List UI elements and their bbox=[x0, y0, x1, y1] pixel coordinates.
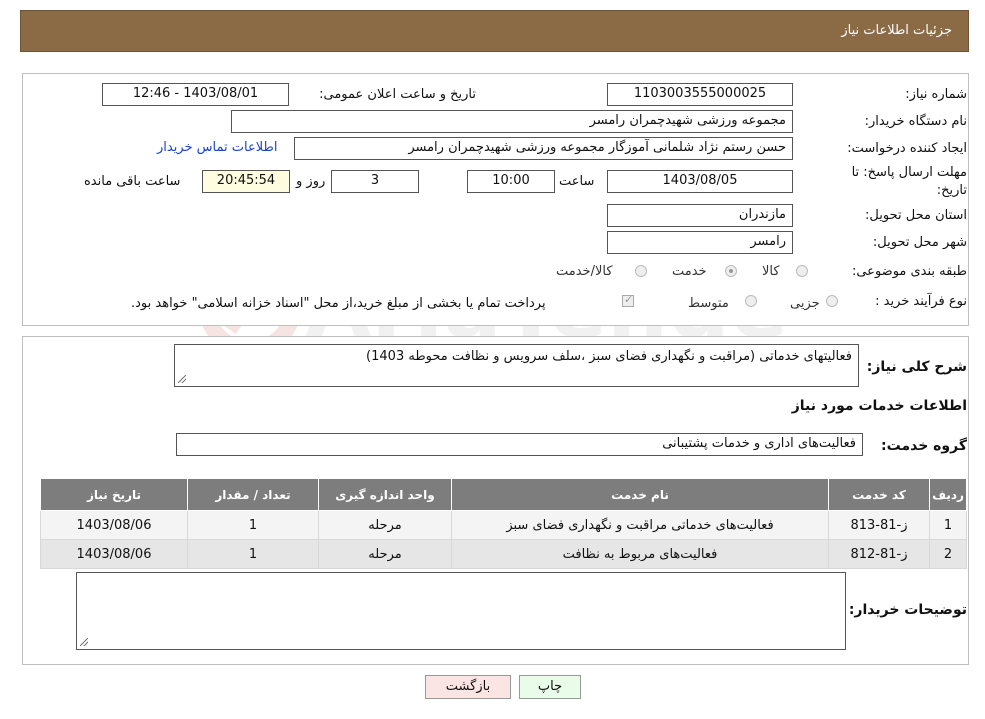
summary-label: شرح کلی نیاز: bbox=[866, 359, 967, 375]
services-section-title: اطلاعات خدمات مورد نیاز bbox=[791, 398, 967, 414]
creator-label: ایجاد کننده درخواست: bbox=[847, 141, 967, 156]
category-service-radio[interactable] bbox=[725, 265, 737, 277]
service-group-label: گروه خدمت: bbox=[881, 438, 967, 454]
cell-unit: مرحله bbox=[318, 539, 452, 569]
deadline-time-field[interactable]: 10:00 bbox=[467, 170, 555, 193]
col-service-code: کد خدمت bbox=[828, 478, 930, 511]
days-remaining-field[interactable]: 3 bbox=[331, 170, 419, 193]
category-goods-radio[interactable] bbox=[796, 265, 808, 277]
col-need-date: تاریخ نیاز bbox=[40, 478, 188, 511]
treasury-payment-note: پرداخت تمام یا بخشی از مبلغ خرید،از محل … bbox=[131, 296, 546, 311]
page-title: جزئیات اطلاعات نیاز bbox=[841, 23, 952, 38]
process-medium-label: متوسط bbox=[688, 296, 729, 311]
buyer-org-field[interactable]: مجموعه ورزشی شهیدچمران رامسر bbox=[231, 110, 793, 133]
resize-grip-icon[interactable] bbox=[79, 637, 89, 647]
buyer-notes-textarea[interactable] bbox=[76, 572, 846, 650]
cell-row-number: 2 bbox=[929, 539, 967, 569]
cell-service-name: فعالیت‌های مربوط به نظافت bbox=[451, 539, 829, 569]
summary-text: فعالیتهای خدماتی (مراقبت و نگهداری فضای … bbox=[366, 349, 852, 364]
cell-service-code: ز-81-812 bbox=[828, 539, 930, 569]
process-medium-radio[interactable] bbox=[745, 295, 757, 307]
need-number-label: شماره نیاز: bbox=[905, 87, 967, 102]
buyer-contact-link[interactable]: اطلاعات تماس خریدار bbox=[157, 140, 277, 155]
city-field[interactable]: رامسر bbox=[607, 231, 793, 254]
service-group-field[interactable]: فعالیت‌های اداری و خدمات پشتیبانی bbox=[176, 433, 863, 456]
col-unit: واحد اندازه گیری bbox=[318, 478, 452, 511]
resize-grip-icon[interactable] bbox=[177, 374, 187, 384]
process-type-label: نوع فرآیند خرید : bbox=[875, 294, 967, 309]
province-label: استان محل تحویل: bbox=[865, 208, 967, 223]
days-label: روز و bbox=[296, 174, 326, 189]
treasury-payment-checkbox[interactable] bbox=[622, 293, 634, 307]
cell-need-date: 1403/08/06 bbox=[40, 539, 188, 569]
deadline-time-label: ساعت bbox=[559, 174, 595, 189]
time-remaining-label: ساعت باقی مانده bbox=[84, 174, 181, 189]
announce-label: تاریخ و ساعت اعلان عمومی: bbox=[319, 87, 476, 102]
announce-datetime-field[interactable]: 1403/08/01 - 12:46 bbox=[102, 83, 289, 106]
province-field[interactable]: مازندران bbox=[607, 204, 793, 227]
cell-row-number: 1 bbox=[929, 510, 967, 540]
table-row: 1 ز-81-813 فعالیت‌های خدماتی مراقبت و نگ… bbox=[40, 510, 967, 540]
cell-service-code: ز-81-813 bbox=[828, 510, 930, 540]
need-number-field[interactable]: 1103003555000025 bbox=[607, 83, 793, 106]
cell-quantity: 1 bbox=[187, 539, 319, 569]
buyer-notes-label: توضیحات خریدار: bbox=[848, 602, 967, 618]
process-small-radio[interactable] bbox=[826, 295, 838, 307]
col-service-name: نام خدمت bbox=[451, 478, 829, 511]
buyer-org-label: نام دستگاه خریدار: bbox=[864, 114, 967, 129]
category-goods-label: کالا bbox=[762, 264, 780, 279]
time-remaining-field[interactable]: 20:45:54 bbox=[202, 170, 290, 193]
city-label: شهر محل تحویل: bbox=[872, 235, 967, 250]
category-label: طبقه بندی موضوعی: bbox=[851, 264, 967, 279]
cell-unit: مرحله bbox=[318, 510, 452, 540]
cell-service-name: فعالیت‌های خدماتی مراقبت و نگهداری فضای … bbox=[451, 510, 829, 540]
category-service-label: خدمت bbox=[672, 264, 707, 279]
col-row-number: ردیف bbox=[929, 478, 967, 511]
deadline-label: مهلت ارسال پاسخ: تا bbox=[851, 165, 967, 180]
cell-quantity: 1 bbox=[187, 510, 319, 540]
creator-field[interactable]: حسن رستم نژاد شلمانی آموزگار مجموعه ورزش… bbox=[294, 137, 793, 160]
col-quantity: تعداد / مقدار bbox=[187, 478, 319, 511]
category-goods-service-radio[interactable] bbox=[635, 265, 647, 277]
cell-need-date: 1403/08/06 bbox=[40, 510, 188, 540]
table-header-row: ردیف کد خدمت نام خدمت واحد اندازه گیری ت… bbox=[40, 478, 967, 511]
print-button[interactable]: چاپ bbox=[519, 675, 581, 699]
summary-textarea[interactable]: فعالیتهای خدماتی (مراقبت و نگهداری فضای … bbox=[174, 344, 859, 387]
page-header: جزئیات اطلاعات نیاز bbox=[20, 10, 969, 52]
process-small-label: جزیی bbox=[790, 296, 820, 311]
back-button[interactable]: بازگشت bbox=[425, 675, 511, 699]
table-row: 2 ز-81-812 فعالیت‌های مربوط به نظافت مرح… bbox=[40, 539, 967, 569]
category-goods-service-label: کالا/خدمت bbox=[556, 264, 613, 279]
deadline-label-date: تاریخ: bbox=[936, 183, 967, 198]
services-table: ردیف کد خدمت نام خدمت واحد اندازه گیری ت… bbox=[40, 478, 967, 569]
deadline-date-field[interactable]: 1403/08/05 bbox=[607, 170, 793, 193]
